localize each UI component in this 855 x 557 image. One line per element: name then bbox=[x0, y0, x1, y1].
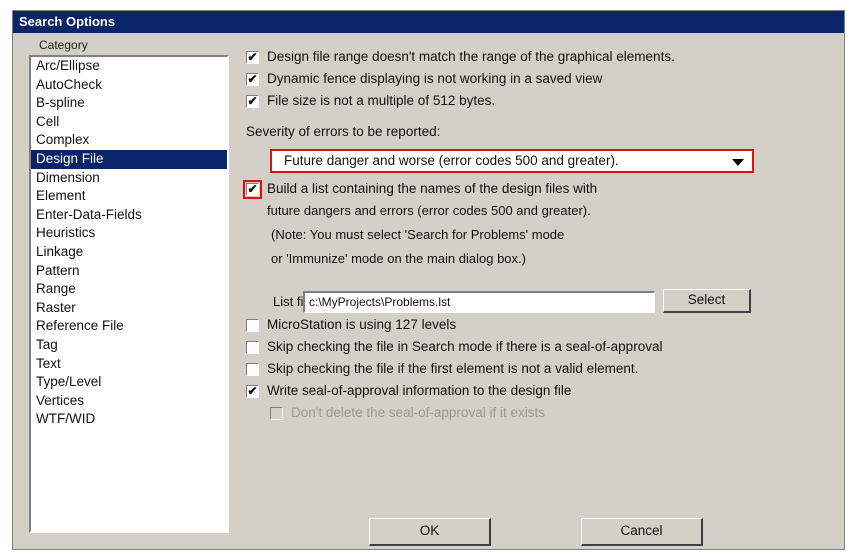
category-label: Category bbox=[39, 38, 88, 52]
microstation-127-label: MicroStation is using 127 levels bbox=[267, 317, 457, 332]
severity-value: Future danger and worse (error codes 500… bbox=[284, 153, 619, 168]
build-list-label-line2: future dangers and errors (error codes 5… bbox=[267, 203, 591, 218]
category-item-linkage[interactable]: Linkage bbox=[31, 243, 227, 262]
write-seal-checkbox[interactable]: ✔ bbox=[246, 385, 259, 398]
list-file-input[interactable]: c:\MyProjects\Problems.lst bbox=[303, 291, 655, 313]
range-mismatch-checkbox[interactable]: ✔ bbox=[246, 51, 259, 64]
write-seal-label: Write seal-of-approval information to th… bbox=[267, 383, 572, 398]
category-item-reference-file[interactable]: Reference File bbox=[31, 317, 227, 336]
cancel-button[interactable]: Cancel bbox=[581, 518, 703, 546]
skip-seal-checkbox[interactable] bbox=[246, 341, 259, 354]
category-item-pattern[interactable]: Pattern bbox=[31, 262, 227, 281]
dont-delete-seal-checkbox bbox=[270, 407, 283, 420]
file-size-checkbox[interactable]: ✔ bbox=[246, 95, 259, 108]
skip-first-invalid-checkbox[interactable] bbox=[246, 363, 259, 376]
dynamic-fence-checkbox[interactable]: ✔ bbox=[246, 73, 259, 86]
microstation-127-checkbox[interactable] bbox=[246, 319, 259, 332]
category-item-arc-ellipse[interactable]: Arc/Ellipse bbox=[31, 57, 227, 76]
select-button[interactable]: Select bbox=[663, 289, 751, 313]
dropdown-arrow-icon[interactable] bbox=[732, 159, 744, 166]
category-item-cell[interactable]: Cell bbox=[31, 113, 227, 132]
range-mismatch-label: Design file range doesn't match the rang… bbox=[267, 49, 675, 64]
search-options-dialog: Search Options Category Arc/Ellipse Auto… bbox=[12, 10, 845, 550]
skip-seal-label: Skip checking the file in Search mode if… bbox=[267, 339, 663, 354]
build-list-checkbox[interactable]: ✔ bbox=[243, 180, 262, 199]
category-item-type-level[interactable]: Type/Level bbox=[31, 373, 227, 392]
severity-dropdown[interactable]: Future danger and worse (error codes 500… bbox=[270, 149, 754, 173]
category-item-raster[interactable]: Raster bbox=[31, 299, 227, 318]
category-item-vertices[interactable]: Vertices bbox=[31, 392, 227, 411]
severity-label: Severity of errors to be reported: bbox=[246, 124, 441, 139]
category-item-complex[interactable]: Complex bbox=[31, 131, 227, 150]
ok-button[interactable]: OK bbox=[369, 518, 491, 546]
category-item-enter-data-fields[interactable]: Enter-Data-Fields bbox=[31, 206, 227, 225]
build-list-label: Build a list containing the names of the… bbox=[267, 181, 598, 196]
category-list[interactable]: Arc/Ellipse AutoCheck B-spline Cell Comp… bbox=[29, 55, 229, 533]
category-item-bspline[interactable]: B-spline bbox=[31, 94, 227, 113]
category-item-dimension[interactable]: Dimension bbox=[31, 169, 227, 188]
file-size-label: File size is not a multiple of 512 bytes… bbox=[267, 93, 496, 108]
category-item-range[interactable]: Range bbox=[31, 280, 227, 299]
category-item-wtf-wid[interactable]: WTF/WID bbox=[31, 410, 227, 429]
skip-first-invalid-label: Skip checking the file if the first elem… bbox=[267, 361, 639, 376]
category-item-text[interactable]: Text bbox=[31, 355, 227, 374]
dialog-title: Search Options bbox=[13, 11, 844, 33]
dynamic-fence-label: Dynamic fence displaying is not working … bbox=[267, 71, 603, 86]
category-item-autocheck[interactable]: AutoCheck bbox=[31, 76, 227, 95]
category-item-heuristics[interactable]: Heuristics bbox=[31, 224, 227, 243]
category-item-tag[interactable]: Tag bbox=[31, 336, 227, 355]
note-line1: (Note: You must select 'Search for Probl… bbox=[271, 227, 565, 242]
note-line2: or 'Immunize' mode on the main dialog bo… bbox=[271, 251, 526, 266]
category-item-design-file[interactable]: Design File bbox=[31, 149, 227, 169]
category-item-element[interactable]: Element bbox=[31, 187, 227, 206]
dont-delete-seal-label: Don't delete the seal-of-approval if it … bbox=[291, 405, 545, 420]
